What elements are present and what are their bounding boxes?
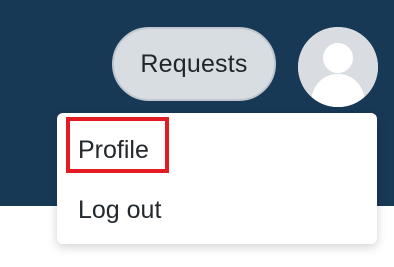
default-user-avatar-icon	[298, 27, 378, 107]
user-dropdown-menu: Profile Log out	[57, 113, 377, 244]
requests-button[interactable]: Requests	[112, 27, 276, 101]
user-avatar-button[interactable]	[298, 27, 378, 107]
log-out-menu-item[interactable]: Log out	[57, 185, 377, 235]
profile-menu-item[interactable]: Profile	[57, 125, 377, 175]
